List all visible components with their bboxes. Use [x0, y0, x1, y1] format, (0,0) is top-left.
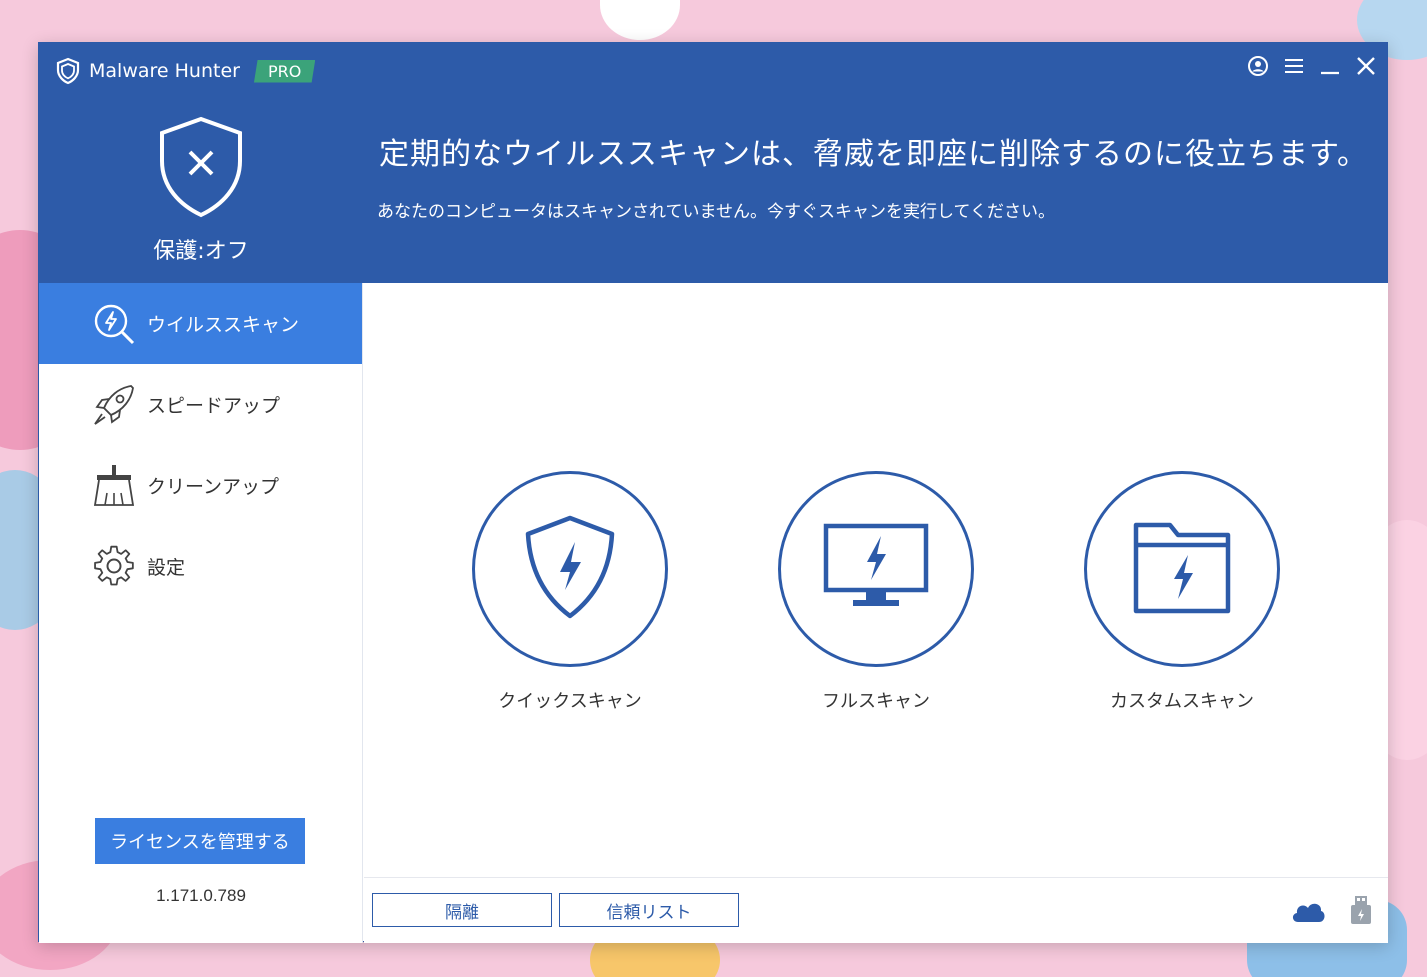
full-scan-circle — [778, 471, 974, 667]
quick-scan-label: クイックスキャン — [498, 691, 642, 712]
pro-badge: PRO — [253, 59, 316, 83]
quarantine-button[interactable]: 隔離 — [372, 893, 552, 927]
account-icon[interactable] — [1247, 55, 1269, 81]
sidebar-item-label: 設定 — [147, 557, 186, 579]
shield-bolt-icon — [520, 512, 620, 626]
menu-icon[interactable] — [1283, 55, 1305, 81]
manage-license-button[interactable]: ライセンスを管理する — [95, 818, 305, 864]
gear-icon — [91, 544, 137, 590]
rocket-icon — [91, 382, 137, 428]
shield-x-icon — [39, 115, 363, 219]
full-scan-button[interactable]: フルスキャン — [776, 471, 976, 713]
sidebar-item-settings[interactable]: 設定 — [39, 526, 362, 607]
protection-status-label: 保護:オフ — [153, 239, 249, 264]
scan-icon — [91, 301, 137, 347]
sidebar-item-clean-up[interactable]: クリーンアップ — [39, 445, 362, 526]
protection-status: 保護:オフ — [39, 115, 363, 265]
app-logo-icon — [53, 56, 83, 86]
monitor-bolt-icon — [821, 522, 931, 616]
sidebar-item-virus-scan[interactable]: ウイルススキャン — [39, 283, 362, 364]
title-bar: Malware Hunter PRO — [53, 55, 316, 87]
usb-icon[interactable] — [1348, 894, 1374, 930]
sidebar: ウイルススキャン スピードアップ クリーンアップ 設定 ライセンスを管理する 1… — [39, 283, 363, 943]
version-label: 1.171.0.789 — [156, 886, 246, 905]
footer-bar: 隔離 信頼リスト — [364, 877, 1388, 943]
header-banner: Malware Hunter PRO 保護:オフ 定期的なウイルススキャンは、脅… — [39, 43, 1387, 283]
trust-list-button[interactable]: 信頼リスト — [559, 893, 739, 927]
cloud-icon[interactable] — [1290, 898, 1326, 928]
full-scan-label: フルスキャン — [822, 691, 930, 712]
quick-scan-button[interactable]: クイックスキャン — [470, 471, 670, 713]
custom-scan-circle — [1084, 471, 1280, 667]
custom-scan-label: カスタムスキャン — [1110, 691, 1254, 712]
minimize-icon[interactable] — [1319, 55, 1341, 81]
sidebar-item-label: ウイルススキャン — [147, 314, 300, 336]
app-window: Malware Hunter PRO 保護:オフ 定期的なウイルススキャンは、脅… — [38, 42, 1388, 943]
sidebar-item-label: スピードアップ — [147, 395, 281, 417]
close-icon[interactable] — [1355, 55, 1377, 81]
page-headline: 定期的なウイルススキャンは、脅威を即座に削除するのに役立ちます。 — [379, 137, 1368, 172]
window-controls — [1247, 55, 1377, 81]
wallpaper-shape — [600, 0, 680, 40]
sidebar-item-label: クリーンアップ — [147, 476, 280, 498]
folder-bolt-icon — [1130, 517, 1234, 621]
app-title: Malware Hunter — [89, 60, 240, 82]
quick-scan-circle — [472, 471, 668, 667]
page-subline: あなたのコンピュータはスキャンされていません。今すぐスキャンを実行してください。 — [377, 202, 1055, 222]
custom-scan-button[interactable]: カスタムスキャン — [1082, 471, 1282, 713]
sidebar-item-speed-up[interactable]: スピードアップ — [39, 364, 362, 445]
broom-icon — [91, 463, 137, 509]
main-content: クイックスキャン フルスキャン カスタムスキャン 隔離 信頼リスト — [364, 283, 1388, 943]
